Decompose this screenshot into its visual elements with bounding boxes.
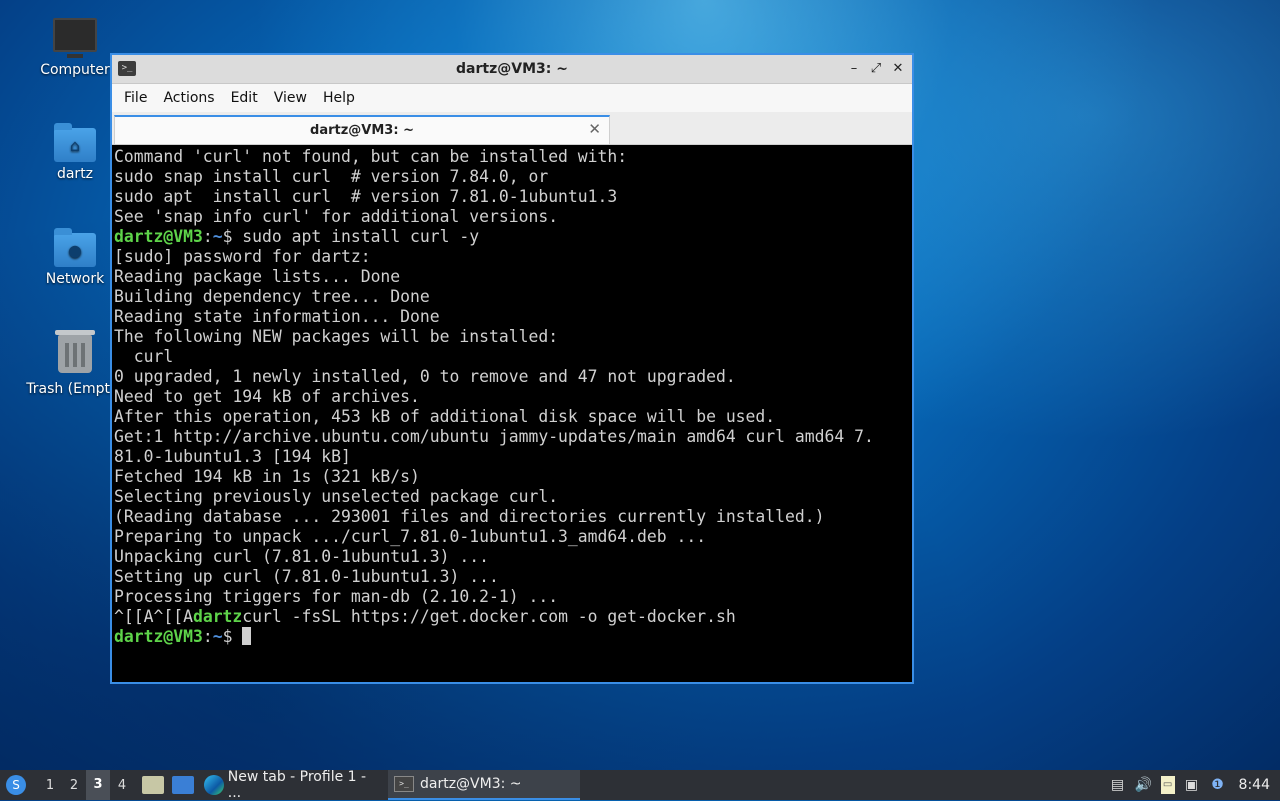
terminal-output[interactable]: Command 'curl' not found, but can be ins… — [112, 145, 912, 682]
workspace-4[interactable]: 4 — [110, 778, 134, 793]
trash-icon — [55, 330, 95, 373]
maximize-icon[interactable]: ⤢ — [868, 59, 884, 79]
tab-close-icon[interactable]: ✕ — [588, 120, 601, 138]
terminal-prompt-line: dartz@VM3:~$ — [114, 627, 910, 647]
start-menu-icon: S — [6, 775, 26, 795]
terminal-line: Get:1 http://archive.ubuntu.com/ubuntu j… — [114, 427, 874, 446]
command-text: curl -fsSL https://get.docker.com -o get… — [242, 607, 736, 626]
terminal-garbled-line: ^[[A^[[Adartzcurl -fsSL https://get.dock… — [114, 607, 910, 627]
terminal-line: [sudo] password for dartz: — [114, 247, 371, 266]
terminal-line: Building dependency tree... Done — [114, 287, 430, 306]
terminal-line: sudo snap install curl # version 7.84.0,… — [114, 167, 549, 186]
workspace-3[interactable]: 3 — [86, 770, 110, 800]
menu-actions[interactable]: Actions — [155, 90, 222, 106]
prompt-user: dartz@VM3 — [114, 227, 203, 246]
terminal-line: Unpacking curl (7.81.0-1ubuntu1.3) ... — [114, 547, 489, 566]
start-menu-button[interactable]: S — [2, 771, 30, 799]
network-icon[interactable]: ▣ — [1183, 776, 1201, 794]
terminal-window[interactable]: >_ dartz@VM3: ~ – ⤢ ✕ File Actions Edit … — [110, 53, 914, 684]
terminal-line: After this operation, 453 kB of addition… — [114, 407, 776, 426]
terminal-line: Setting up curl (7.81.0-1ubuntu1.3) ... — [114, 567, 499, 586]
update-notifier-icon[interactable]: ❶ — [1209, 776, 1227, 794]
terminal-line: Reading state information... Done — [114, 307, 440, 326]
window-title: dartz@VM3: ~ — [456, 61, 568, 77]
prompt-path: ~ — [212, 227, 223, 246]
prompt-symbol: $ — [222, 627, 233, 646]
clipboard-icon[interactable]: ▤ — [1109, 776, 1127, 794]
terminal-line: 0 upgraded, 1 newly installed, 0 to remo… — [114, 367, 736, 386]
command-text: sudo apt install curl -y — [232, 227, 480, 246]
terminal-line: (Reading database ... 293001 files and d… — [114, 507, 825, 526]
menu-file[interactable]: File — [116, 90, 155, 106]
terminal-line: sudo apt install curl # version 7.81.0-1… — [114, 187, 618, 206]
workspace-2[interactable]: 2 — [62, 778, 86, 793]
terminal-icon: >_ — [394, 776, 414, 792]
garbled-user: dartz — [192, 607, 243, 626]
terminal-line: The following NEW packages will be insta… — [114, 327, 559, 346]
system-tray: ▤ 🔊 ▭ ▣ ❶ 8:44 — [1109, 770, 1280, 800]
close-icon[interactable]: ✕ — [890, 59, 906, 79]
terminal-line: Fetched 194 kB in 1s (321 kB/s) — [114, 467, 420, 486]
terminal-line: curl — [114, 347, 174, 366]
monitor-icon — [53, 18, 97, 58]
file-manager-icon[interactable] — [142, 776, 164, 794]
taskbar: S 1 2 3 4 New tab - Profile 1 - ... >_ d… — [0, 769, 1280, 801]
terminal-line: Processing triggers for man-db (2.10.2-1… — [114, 587, 559, 606]
terminal-line: Selecting previously unselected package … — [114, 487, 559, 506]
volume-icon[interactable]: 🔊 — [1135, 776, 1153, 794]
terminal-line: See 'snap info curl' for additional vers… — [114, 207, 559, 226]
prompt-path: ~ — [212, 627, 223, 646]
menu-view[interactable]: View — [266, 90, 315, 106]
terminal-line: Need to get 194 kB of archives. — [114, 387, 420, 406]
clock[interactable]: 8:44 — [1239, 777, 1270, 793]
tab-label: dartz@VM3: ~ — [310, 123, 414, 138]
edge-icon — [204, 775, 224, 795]
task-label: dartz@VM3: ~ — [420, 776, 522, 792]
menu-edit[interactable]: Edit — [223, 90, 266, 106]
tab-terminal[interactable]: dartz@VM3: ~ ✕ — [114, 115, 610, 144]
terminal-line: 81.0-1ubuntu1.3 [194 kB] — [114, 447, 351, 466]
home-folder-icon: ⌂ — [54, 123, 96, 162]
prompt-user: dartz@VM3 — [114, 627, 203, 646]
minimize-icon[interactable]: – — [846, 59, 862, 79]
task-terminal[interactable]: >_ dartz@VM3: ~ — [388, 770, 580, 800]
prompt-symbol: $ — [222, 227, 233, 246]
escape-sequence-text: ^[[A^[[A — [114, 607, 193, 626]
tab-bar: dartz@VM3: ~ ✕ — [112, 112, 912, 145]
workspace-1[interactable]: 1 — [38, 778, 62, 793]
menubar: File Actions Edit View Help — [112, 84, 912, 112]
show-desktop-icon[interactable] — [172, 776, 194, 794]
network-folder-icon: ● — [54, 228, 96, 267]
terminal-line: Preparing to unpack .../curl_7.81.0-1ubu… — [114, 527, 707, 546]
notes-icon[interactable]: ▭ — [1160, 776, 1175, 794]
terminal-line: Reading package lists... Done — [114, 267, 401, 286]
menu-help[interactable]: Help — [315, 90, 363, 106]
task-browser[interactable]: New tab - Profile 1 - ... — [198, 769, 388, 801]
text-cursor — [242, 627, 252, 645]
terminal-prompt-line: dartz@VM3:~$ sudo apt install curl -y — [114, 227, 480, 246]
terminal-line: Command 'curl' not found, but can be ins… — [114, 147, 628, 166]
window-titlebar[interactable]: >_ dartz@VM3: ~ – ⤢ ✕ — [112, 55, 912, 84]
task-label: New tab - Profile 1 - ... — [227, 769, 367, 801]
